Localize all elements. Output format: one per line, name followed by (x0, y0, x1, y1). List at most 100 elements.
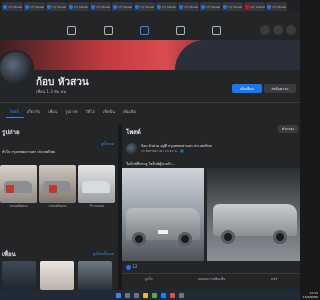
browser-tab[interactable]: (7) Faceb (112, 2, 133, 11)
facebook-icon (3, 4, 7, 9)
posts-title: โพสต์ (126, 129, 141, 136)
browser-tab[interactable]: (1) Youtube (244, 2, 265, 11)
task-view-icon[interactable] (134, 292, 139, 298)
friend-avatar[interactable] (2, 261, 36, 290)
browser-tab-label: (7) Faceb (228, 4, 242, 9)
friends-title: เพื่อน (2, 251, 16, 258)
tab-posts[interactable]: โพสต์ (6, 103, 24, 118)
facebook-icon (201, 4, 205, 9)
post-text: วีแม็กซ์สี่ประตู ไฮล็กซ์ตู้ห่วงด้ว... (126, 162, 175, 166)
facebook-icon (157, 4, 161, 9)
photo-thumb[interactable] (39, 165, 76, 203)
browser-tab-label: (7) Faceb (184, 4, 198, 9)
post-actions: ถูกใจ แสดงความคิดเห็น แชร์ (122, 273, 300, 284)
browser-tab[interactable]: (7) Faceb (68, 2, 89, 11)
browser-tab[interactable]: (7) Faceb (178, 2, 199, 11)
browser-tab-label: (7) Faceb (74, 4, 88, 9)
browser-tab-strip: (7) Faceb (7) Faceb (7) Faceb (7) Faceb (7) … (0, 0, 300, 11)
see-all-friends-link[interactable]: ดูเพื่อนทั้งหมด (93, 251, 114, 257)
browser-tab[interactable]: (7) Faceb (90, 2, 111, 11)
browser-tab[interactable]: (7) Faceb (156, 2, 177, 11)
friend-count[interactable]: เพื่อน 1.3 พัน คน (36, 88, 66, 95)
start-icon[interactable] (116, 292, 121, 298)
tab-about[interactable]: เกี่ยวกับ (24, 103, 45, 118)
messenger-icon[interactable] (273, 25, 283, 35)
browser-tab[interactable]: (7) Faceb (24, 2, 45, 11)
browser-tab[interactable]: (7) Faceb (134, 2, 155, 11)
photo-caption: รถยนต์มือสอง (9, 204, 28, 208)
location-text: ทั่วไป กรุงเทพมหานคร ประเทศไทย (2, 150, 56, 154)
facebook-icon (47, 4, 51, 9)
browser-tab[interactable]: (7) Faceb (222, 2, 243, 11)
comment-button[interactable]: แสดงความคิดเห็น (198, 276, 225, 282)
browser-tab-label: (7) Faceb (30, 4, 44, 9)
notifications-icon[interactable] (286, 25, 296, 35)
clock-date: 13/8/2566 (302, 295, 318, 299)
see-all-photos-link[interactable]: ดูทั้งหมด (101, 141, 114, 147)
browser-tab-label: (7) Faceb (118, 4, 132, 9)
watch-icon[interactable] (104, 26, 113, 35)
browser-tab[interactable]: (7) Faceb (2, 2, 23, 11)
photos-title: รูปถ่าย (2, 129, 20, 136)
friends-icon[interactable] (140, 26, 149, 35)
share-button[interactable]: แชร์ (271, 276, 278, 282)
tab-friends[interactable]: เพื่อน (45, 103, 62, 118)
avatar[interactable] (126, 143, 138, 155)
reaction-count: 12 (132, 264, 138, 269)
post-image[interactable] (122, 168, 204, 261)
tab-videos[interactable]: วิดีโอ (83, 103, 100, 118)
profile-tabs: โพสต์ เกี่ยวกับ เพื่อน รูปภาพ วิดีโอ เช็… (0, 102, 300, 118)
facebook-icon (91, 4, 95, 9)
facebook-icon (135, 4, 139, 9)
like-button[interactable]: ถูกใจ (145, 276, 153, 282)
marketplace-icon[interactable] (176, 26, 185, 35)
photo-caption: รีวิวรถยนต์ (89, 204, 104, 208)
post-image[interactable] (207, 168, 300, 261)
facebook-icon (179, 4, 183, 9)
filter-button[interactable]: ตัวกรอง (278, 125, 298, 133)
app-icon[interactable] (170, 292, 175, 298)
photo-thumb[interactable] (78, 165, 115, 203)
browser-tab[interactable]: (7) Faceb (200, 2, 221, 11)
browser-tab-label: (7) Faceb (96, 4, 110, 9)
youtube-icon (245, 4, 249, 9)
post-card: โพสต์ ตัวกรอง ก้อบ หัวสวน อยู่ที่ กรุงเท… (122, 121, 300, 290)
post-timestamp[interactable]: 13 สิงหาคม เวลา 13:43 น. · 🌐 (141, 149, 184, 154)
browser-tab-label: (7) Faceb (162, 4, 176, 9)
browser-tab-label: (7) Faceb (272, 4, 286, 9)
photo-caption: รถยนต์มือสอง (48, 204, 67, 208)
reaction-summary[interactable]: 12 (126, 264, 137, 270)
browser-tab[interactable]: (7) Faceb (266, 2, 287, 11)
facebook-icon (113, 4, 117, 9)
tab-photos[interactable]: รูปภาพ (62, 103, 82, 118)
menu-icon[interactable] (260, 25, 270, 35)
facebook-icon (223, 4, 227, 9)
groups-icon[interactable] (212, 26, 221, 35)
browser-tab[interactable]: (7) Faceb (46, 2, 67, 11)
friend-avatar[interactable] (78, 261, 112, 290)
taskbar (0, 290, 300, 300)
browser-tab-label: (7) Faceb (8, 4, 22, 9)
message-button[interactable]: ส่งข้อความ (264, 84, 296, 93)
home-icon[interactable] (67, 26, 76, 35)
search-icon[interactable] (125, 292, 130, 298)
facebook-icon (25, 4, 29, 9)
settings-icon[interactable] (179, 292, 184, 298)
tab-more[interactable]: เพิ่มเติม (120, 103, 141, 118)
photo-thumb[interactable] (0, 165, 37, 203)
facebook-icon (69, 4, 73, 9)
like-reaction-icon (126, 264, 131, 270)
browser-tab-label: (7) Faceb (140, 4, 154, 9)
chrome-icon[interactable] (152, 292, 157, 298)
add-friend-button[interactable]: เพิ่มเพื่อน (232, 84, 262, 93)
cover-photo[interactable] (0, 40, 300, 70)
browser-tab-label: (7) Faceb (206, 4, 220, 9)
facebook-icon (267, 4, 271, 9)
file-explorer-icon[interactable] (143, 292, 148, 298)
tab-checkins[interactable]: เช็คอิน (100, 103, 120, 118)
friend-avatar[interactable] (40, 261, 74, 290)
system-clock[interactable]: 11:43 13/8/2566 (303, 291, 318, 299)
edge-icon[interactable] (161, 292, 166, 298)
photos-panel: รูปถ่าย ดูทั้งหมด ทั่วไป กรุงเทพมหานคร ป… (0, 121, 118, 290)
browser-tab-label: (1) Youtube (250, 4, 265, 9)
